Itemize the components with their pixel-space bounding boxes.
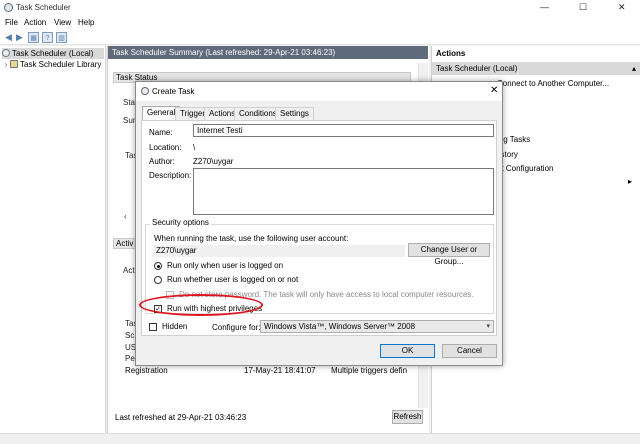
registration-date: 17-May-21 18:41:07: [244, 366, 316, 375]
configure-for-dropdown[interactable]: Windows Vista™, Windows Server™ 2008 ▾: [260, 320, 494, 333]
tree-item-library[interactable]: › Task Scheduler Library: [2, 59, 104, 70]
back-icon[interactable]: ◀: [3, 32, 14, 43]
location-value: \: [193, 143, 196, 152]
author-value: Z270\uygar: [193, 157, 234, 166]
active-tasks-header[interactable]: Activ: [113, 238, 137, 249]
close-icon[interactable]: ✕: [618, 2, 626, 13]
radio-run-whether-label[interactable]: Run whether user is logged on or not: [167, 275, 298, 284]
show-hide-tree-icon[interactable]: ▦: [28, 32, 39, 43]
hidden-label[interactable]: Hidden: [162, 322, 187, 331]
task-scheduler-icon: [4, 3, 13, 12]
title-bar: Task Scheduler — ☐ ✕: [0, 0, 640, 16]
name-field[interactable]: Internet Testi: [193, 124, 494, 137]
dropdown-arrow-icon: ▾: [486, 323, 490, 330]
last-refreshed-label: Last refreshed at 29-Apr-21 03:46:23: [115, 413, 247, 422]
actions-section-local[interactable]: Task Scheduler (Local) ▴: [432, 62, 640, 75]
cancel-button[interactable]: Cancel: [442, 344, 497, 358]
row-fragment-sc: Sc: [125, 331, 135, 340]
maximize-icon[interactable]: ☐: [579, 2, 587, 13]
tree-item-local[interactable]: Task Scheduler (Local): [2, 48, 104, 59]
row-fragment-pe: Pe: [125, 354, 135, 363]
radio-run-logged-on[interactable]: [154, 262, 162, 270]
menu-bar: File Action View Help: [0, 16, 640, 30]
menu-help[interactable]: Help: [78, 18, 94, 27]
name-label: Name:: [149, 128, 173, 137]
radio-run-whether[interactable]: [154, 276, 162, 284]
tab-settings[interactable]: Settings: [275, 107, 314, 120]
registration-row[interactable]: Registration: [125, 366, 168, 375]
forward-icon[interactable]: ▶: [14, 32, 25, 43]
menu-view[interactable]: View: [54, 18, 71, 27]
toolbar: ◀ ▶ ▦ ? ▥: [0, 30, 640, 45]
refresh-button[interactable]: Refresh: [392, 410, 423, 424]
summary-header: Task Scheduler Summary (Last refreshed: …: [108, 46, 428, 59]
status-bar: [0, 433, 640, 444]
actions-header: Actions: [436, 49, 466, 58]
menu-file[interactable]: File: [5, 18, 18, 27]
action-connect[interactable]: Connect to Another Computer...: [497, 79, 609, 88]
location-label: Location:: [149, 143, 182, 152]
security-options-title: Security options: [150, 218, 211, 227]
description-field[interactable]: [193, 168, 494, 215]
show-hide-action-pane-icon[interactable]: ▥: [56, 32, 67, 43]
minimize-icon[interactable]: —: [540, 2, 549, 12]
description-label: Description:: [149, 171, 192, 180]
create-task-dialog: Create Task ✕ General Triggers Actions C…: [135, 81, 503, 366]
folder-icon: [10, 60, 18, 68]
configure-for-label: Configure for:: [212, 323, 261, 332]
navigation-tree: Task Scheduler (Local) › Task Scheduler L…: [0, 46, 106, 444]
highlight-annotation: [139, 294, 263, 316]
collapse-icon: ▴: [631, 64, 636, 73]
radio-run-logged-on-label[interactable]: Run only when user is logged on: [167, 261, 283, 270]
action-at-config[interactable]: nt Configuration: [497, 164, 553, 173]
registration-trigger: Multiple triggers defin: [331, 366, 408, 375]
submenu-arrow-icon[interactable]: ▸: [628, 177, 632, 186]
ok-button[interactable]: OK: [380, 344, 435, 358]
user-account-field: Z270\uygar: [153, 245, 405, 257]
expand-chevron-icon[interactable]: ›: [2, 59, 10, 70]
help-icon[interactable]: ?: [42, 32, 53, 43]
hidden-checkbox[interactable]: [149, 323, 157, 331]
dialog-close-icon[interactable]: ✕: [490, 85, 498, 96]
window-title: Task Scheduler: [16, 3, 71, 12]
account-prompt: When running the task, use the following…: [154, 234, 349, 243]
change-user-button[interactable]: Change User or Group...: [408, 243, 490, 266]
task-scheduler-icon: [141, 87, 149, 95]
scroll-left-icon[interactable]: ‹: [124, 212, 127, 221]
dialog-title: Create Task: [152, 87, 195, 96]
dialog-title-bar: Create Task ✕: [136, 82, 502, 101]
menu-action[interactable]: Action: [24, 18, 46, 27]
author-label: Author:: [149, 157, 175, 166]
clock-icon: [2, 49, 10, 57]
